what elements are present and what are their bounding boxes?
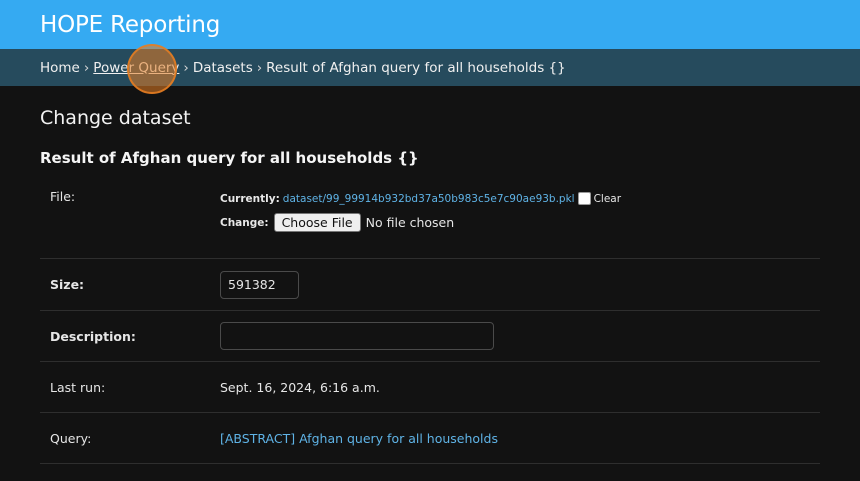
breadcrumb-separator: › [83, 59, 90, 76]
breadcrumb-current: Result of Afghan query for all household… [266, 59, 566, 76]
query-row: Query: [ABSTRACT] Afghan query for all h… [40, 413, 820, 464]
file-field: Currently: dataset/99_99914b932bd37a50b9… [220, 189, 621, 258]
site-header: HOPE Reporting [0, 0, 860, 49]
page-title: Change dataset [40, 107, 191, 129]
query-link[interactable]: [ABSTRACT] Afghan query for all househol… [220, 431, 498, 446]
size-row: Size: [40, 259, 820, 311]
last-run-value: Sept. 16, 2024, 6:16 a.m. [220, 379, 380, 395]
last-run-row: Last run: Sept. 16, 2024, 6:16 a.m. [40, 362, 820, 413]
no-file-text: No file chosen [365, 215, 455, 230]
description-input[interactable] [220, 322, 494, 350]
main-content: Change dataset Result of Afghan query fo… [0, 106, 860, 464]
description-row: Description: [40, 311, 820, 362]
object-title: Result of Afghan query for all household… [40, 149, 419, 167]
file-row: File: Currently: dataset/99_99914b932bd3… [40, 169, 820, 259]
description-label: Description: [50, 328, 136, 344]
last-run-label: Last run: [50, 379, 106, 395]
change-label: Change: [220, 216, 269, 229]
site-title[interactable]: HOPE Reporting [40, 12, 220, 38]
clear-checkbox[interactable] [577, 192, 591, 205]
current-file-link[interactable]: dataset/99_99914b932bd37a50b983c5e7c90ae… [283, 193, 575, 205]
breadcrumb-home[interactable]: Home [40, 60, 80, 76]
breadcrumb-power-query[interactable]: Power Query [93, 60, 179, 76]
query-label: Query: [50, 430, 92, 446]
breadcrumb: Home › Power Query › Datasets › Result o… [0, 44, 860, 94]
breadcrumb-datasets[interactable]: Datasets [193, 60, 253, 76]
clear-label: Clear [593, 192, 622, 205]
choose-file-button[interactable]: Choose File [273, 213, 361, 232]
breadcrumb-separator: › [183, 59, 189, 76]
currently-label: Currently: [220, 192, 280, 205]
size-input[interactable] [220, 270, 299, 299]
breadcrumb-separator: › [256, 59, 263, 76]
size-label: Size: [50, 277, 85, 292]
file-label: File: [50, 189, 76, 204]
